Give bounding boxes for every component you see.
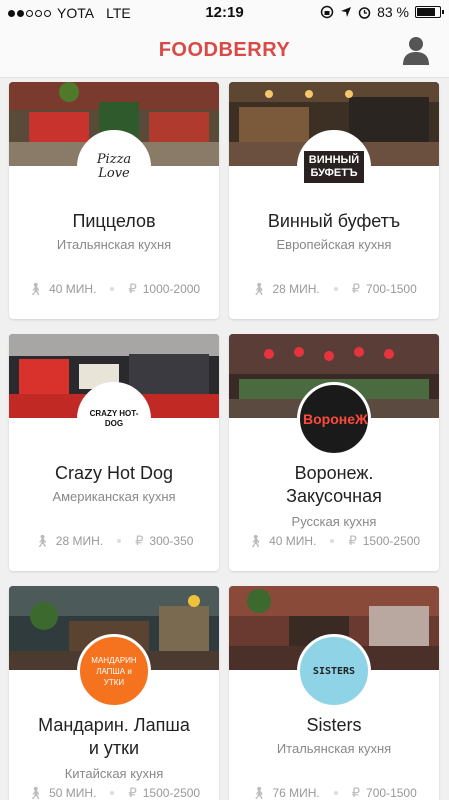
restaurant-name: Воронеж. Закусочная — [286, 463, 382, 506]
restaurant-meta: 🚶︎ 28 МИН. ₽ 700-1500 — [229, 281, 439, 297]
status-icons: 83 % — [320, 4, 444, 20]
rotation-lock-icon — [320, 5, 334, 19]
restaurant-cuisine: Американская кухня — [52, 489, 176, 504]
walking-icon: 🚶︎ — [34, 534, 50, 548]
restaurant-name: Sisters — [306, 715, 362, 735]
restaurant-card[interactable]: ВоронеЖ Воронеж. Закусочная Русская кухн… — [229, 334, 439, 571]
alarm-icon — [358, 6, 371, 19]
restaurant-meta: 🚶︎ 76 МИН. ₽ 700-1500 — [229, 785, 439, 800]
restaurant-cuisine: Итальянская кухня — [276, 741, 392, 756]
restaurant-meta: 🚶︎ 40 МИН. ₽ 1500-2500 — [229, 533, 439, 549]
ruble-icon: ₽ — [128, 281, 137, 296]
price-range: 1000-2000 — [142, 282, 201, 296]
nav-bar: FOODBERRY — [0, 26, 449, 78]
delivery-time: 40 МИН. — [269, 534, 317, 548]
restaurant-meta: 🚶︎ 40 МИН. ₽ 1000-2000 — [9, 281, 219, 297]
price-range: 1500-2500 — [142, 786, 201, 800]
restaurant-logo: МАНДАРИН ЛАПША и УТКИ — [77, 634, 151, 708]
restaurant-meta: 🚶︎ 28 МИН. ₽ 300-350 — [9, 533, 219, 549]
battery-percent: 83 % — [377, 4, 409, 20]
restaurant-card[interactable]: SISTERS Sisters Итальянская кухня 🚶︎ 76 … — [229, 586, 439, 800]
restaurant-logo: ВоронеЖ — [297, 382, 371, 456]
restaurant-name: Мандарин. Лапша и утки — [38, 715, 190, 758]
price-range: 1500-2500 — [362, 534, 421, 548]
restaurant-logo: ВИННЫЙ БУФЕТЪ — [297, 130, 371, 204]
delivery-time: 50 МИН. — [49, 786, 97, 800]
walking-icon: 🚶︎ — [251, 282, 267, 296]
delivery-time: 76 МИН. — [272, 786, 320, 800]
walking-icon: 🚶︎ — [247, 534, 264, 548]
restaurant-cuisine: Китайская кухня — [64, 766, 164, 781]
walking-icon: 🚶︎ — [27, 786, 44, 800]
status-bar: YOTA LTE 12:19 83 % — [0, 0, 449, 26]
restaurant-cuisine: Итальянская кухня — [56, 237, 172, 252]
app-title: FOODBERRY — [158, 39, 291, 61]
price-range: 300-350 — [149, 534, 194, 548]
profile-button[interactable] — [401, 34, 431, 66]
battery-icon — [415, 6, 444, 18]
restaurant-cuisine: Русская кухня — [291, 514, 377, 529]
location-arrow-icon — [341, 7, 352, 17]
delivery-time: 28 МИН. — [55, 534, 104, 548]
restaurant-name: Crazy Hot Dog — [54, 463, 174, 483]
ruble-icon: ₽ — [135, 533, 144, 548]
ruble-icon: ₽ — [128, 785, 137, 800]
ruble-icon: ₽ — [351, 281, 361, 296]
delivery-time: 28 МИН. — [272, 282, 320, 296]
ruble-icon: ₽ — [351, 785, 361, 800]
restaurant-meta: 🚶︎ 50 МИН. ₽ 1500-2500 — [9, 785, 219, 800]
walking-icon: 🚶︎ — [251, 786, 267, 800]
price-range: 700-1500 — [366, 282, 417, 296]
restaurant-name: Пиццелов — [72, 211, 156, 231]
restaurant-card[interactable]: Pizza Love Пиццелов Итальянская кухня 🚶︎… — [9, 82, 219, 319]
restaurant-logo: CRAZY HOT-DOG — [77, 382, 151, 456]
restaurant-card[interactable]: МАНДАРИН ЛАПША и УТКИ Мандарин. Лапша и … — [9, 586, 219, 800]
restaurant-card[interactable]: ВИННЫЙ БУФЕТЪ Винный буфетъ Европейская … — [229, 82, 439, 319]
restaurant-card[interactable]: CRAZY HOT-DOG Crazy Hot Dog Американская… — [9, 334, 219, 571]
restaurant-name: Винный буфетъ — [267, 211, 401, 231]
delivery-time: 40 МИН. — [49, 282, 97, 296]
ruble-icon: ₽ — [348, 533, 357, 548]
restaurant-logo: Pizza Love — [77, 130, 151, 204]
walking-icon: 🚶︎ — [27, 282, 44, 296]
restaurant-logo: SISTERS — [297, 634, 371, 708]
user-icon — [403, 37, 429, 65]
price-range: 700-1500 — [366, 786, 417, 800]
restaurant-cuisine: Европейская кухня — [276, 237, 392, 252]
